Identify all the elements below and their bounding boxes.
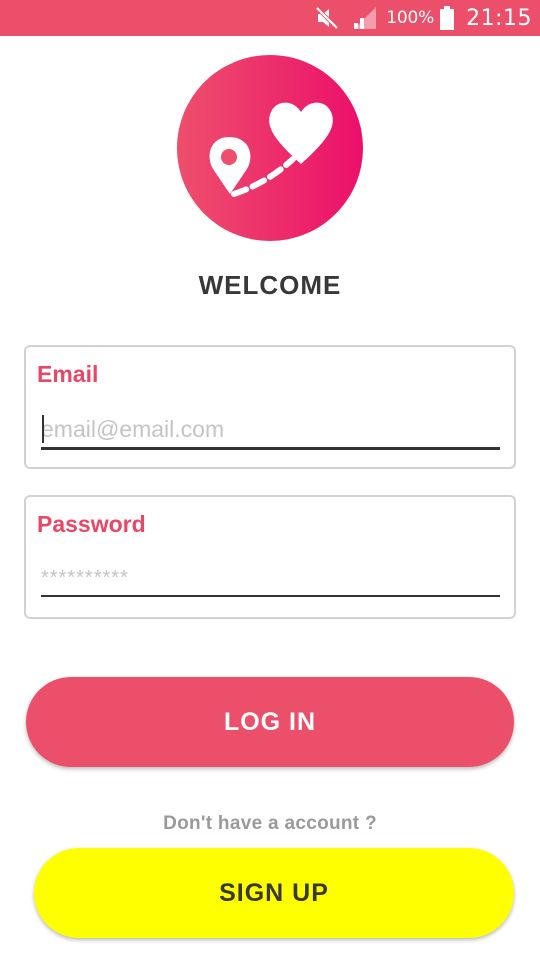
password-field-card: Password bbox=[24, 495, 516, 619]
login-button[interactable]: LOG IN bbox=[26, 677, 514, 767]
email-input[interactable] bbox=[41, 411, 500, 450]
battery-percentage: 100% bbox=[386, 8, 435, 28]
password-label: Password bbox=[37, 511, 146, 537]
text-cursor bbox=[42, 415, 44, 443]
app-logo bbox=[177, 55, 363, 241]
mute-icon bbox=[315, 6, 339, 30]
clock: 21:15 bbox=[466, 5, 532, 31]
welcome-title: WELCOME bbox=[198, 270, 342, 300]
signup-button[interactable]: SIGN UP bbox=[34, 848, 514, 938]
signal-icon bbox=[354, 7, 377, 29]
email-field-card: Email bbox=[24, 345, 516, 469]
battery-icon bbox=[440, 6, 455, 30]
email-label: Email bbox=[37, 361, 99, 387]
password-input[interactable] bbox=[41, 561, 500, 597]
status-bar: 100% 21:15 bbox=[0, 0, 540, 36]
signup-prompt: Don't have a account ? bbox=[163, 813, 377, 834]
